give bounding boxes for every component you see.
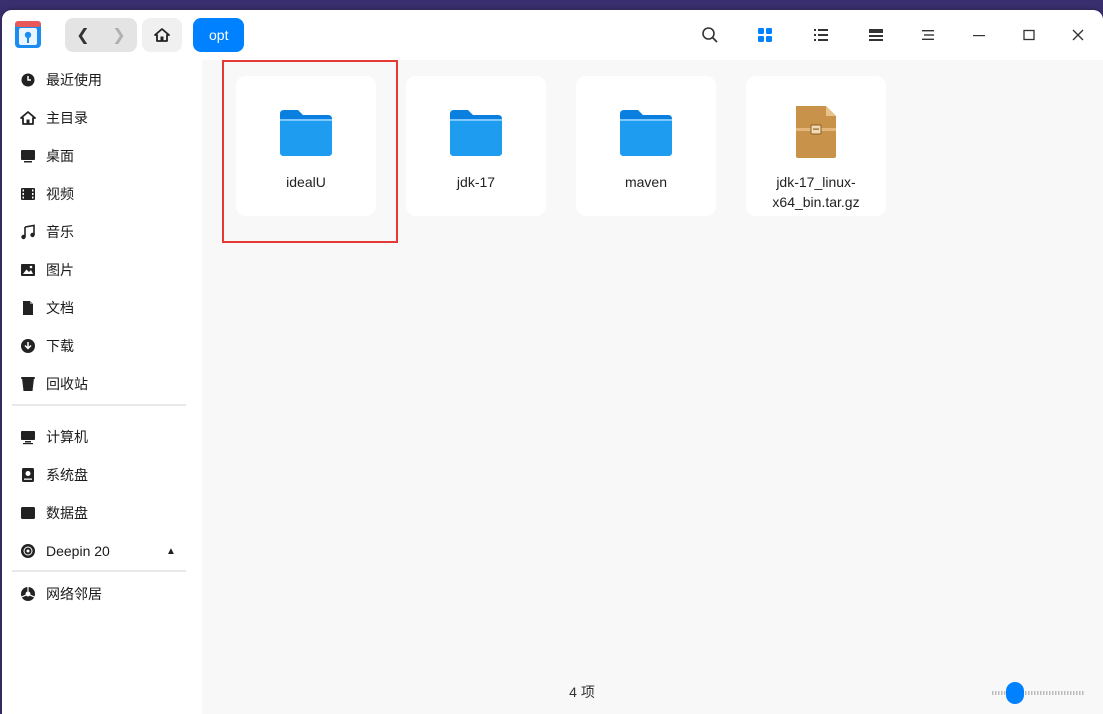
sidebar-item-deepin-20[interactable]: Deepin 20 ▲ xyxy=(2,533,202,569)
file-manager-app-icon xyxy=(15,21,41,48)
sidebar-item-computer[interactable]: 计算机 xyxy=(2,419,202,455)
list-view-icon xyxy=(814,29,828,41)
status-item-count: 4 项 xyxy=(569,684,595,700)
trash-icon xyxy=(21,377,35,391)
file-name: jdk-17 xyxy=(456,174,496,190)
selection-highlight-box xyxy=(222,60,398,243)
icon-view-icon xyxy=(758,28,772,42)
icon-size-slider-handle[interactable] xyxy=(1006,682,1024,704)
sidebar-item-label: 计算机 xyxy=(46,429,88,445)
sidebar-item-label: 回收站 xyxy=(46,376,88,392)
desktop-icon xyxy=(21,150,35,163)
breadcrumb-current[interactable]: opt xyxy=(193,18,245,52)
maximize-icon xyxy=(1023,29,1035,41)
sidebar-divider xyxy=(12,570,186,572)
archive-icon xyxy=(796,106,836,158)
sidebar-item-pictures[interactable]: 图片 xyxy=(2,252,202,288)
sidebar-item-home[interactable]: 主目录 xyxy=(2,100,202,136)
music-icon xyxy=(21,224,35,240)
close-icon xyxy=(1072,29,1084,41)
navigation-buttons: ❮ ❯ xyxy=(65,18,137,52)
sidebar-item-label: 下载 xyxy=(46,338,74,354)
sidebar-item-label: 视频 xyxy=(46,186,74,202)
sidebar-item-desktop[interactable]: 桌面 xyxy=(2,138,202,174)
search-button[interactable] xyxy=(698,23,722,47)
file-name: maven xyxy=(624,174,668,190)
tree-view-button[interactable] xyxy=(864,23,888,47)
titlebar: ❮ ❯ opt xyxy=(2,10,1103,60)
sidebar: 最近使用 主目录 桌面 视频 音乐 图片 文档 下载 回收站 计算机 系统盘 数… xyxy=(2,60,202,714)
sidebar-item-label: 文档 xyxy=(46,300,74,316)
forward-button[interactable]: ❯ xyxy=(101,18,137,52)
document-icon xyxy=(23,301,33,315)
home-icon xyxy=(154,28,170,42)
disk-icon xyxy=(22,468,34,482)
main-menu-button[interactable] xyxy=(916,23,940,47)
minimize-button[interactable] xyxy=(967,23,991,47)
picture-icon xyxy=(21,264,35,276)
sidebar-item-label: 数据盘 xyxy=(46,505,88,521)
file-manager-window: ❮ ❯ opt 最近使用 主目录 桌面 视频 音乐 图片 文档 下载 回收站 计… xyxy=(2,10,1103,714)
search-icon xyxy=(702,27,718,43)
minimize-icon xyxy=(973,35,985,37)
file-item-jdk-archive[interactable]: jdk-17_linux-x64_bin.tar.gz xyxy=(746,76,886,216)
forward-icon: ❯ xyxy=(112,27,126,44)
sidebar-item-system-disk[interactable]: 系统盘 xyxy=(2,457,202,493)
home-button[interactable] xyxy=(142,18,182,52)
sidebar-item-recent[interactable]: 最近使用 xyxy=(2,62,202,98)
home-icon xyxy=(20,111,36,125)
sidebar-item-label: 图片 xyxy=(46,262,74,278)
back-icon: ❮ xyxy=(76,27,90,44)
back-button[interactable]: ❮ xyxy=(65,18,101,52)
sidebar-item-documents[interactable]: 文档 xyxy=(2,290,202,326)
sidebar-item-trash[interactable]: 回收站 xyxy=(2,366,202,402)
sidebar-item-network[interactable]: 网络邻居 xyxy=(2,576,202,612)
list-view-button[interactable] xyxy=(809,23,833,47)
sidebar-item-videos[interactable]: 视频 xyxy=(2,176,202,212)
sidebar-item-label: 最近使用 xyxy=(46,72,102,88)
optical-disc-icon xyxy=(21,544,35,558)
folder-icon xyxy=(450,110,502,156)
sidebar-item-label: 桌面 xyxy=(46,148,74,164)
eject-icon[interactable]: ▲ xyxy=(166,546,176,557)
file-name: jdk-17_linux-x64_bin.tar.gz xyxy=(772,174,860,210)
sidebar-item-label: Deepin 20 xyxy=(46,543,110,559)
icon-view-button[interactable] xyxy=(753,23,777,47)
sidebar-divider xyxy=(12,404,186,406)
download-icon xyxy=(21,339,35,353)
sidebar-item-label: 网络邻居 xyxy=(46,586,102,602)
clock-icon xyxy=(21,73,35,87)
network-icon xyxy=(21,587,35,601)
folder-icon xyxy=(620,110,672,156)
file-item-jdk-17[interactable]: jdk-17 xyxy=(406,76,546,216)
sidebar-item-downloads[interactable]: 下载 xyxy=(2,328,202,364)
sidebar-item-label: 主目录 xyxy=(46,110,88,126)
sidebar-item-data-disk[interactable]: 数据盘 xyxy=(2,495,202,531)
sidebar-item-label: 系统盘 xyxy=(46,467,88,483)
tree-view-icon xyxy=(869,29,883,41)
computer-icon xyxy=(21,431,35,445)
menu-icon xyxy=(922,30,934,40)
file-item-maven[interactable]: maven xyxy=(576,76,716,216)
sidebar-item-label: 音乐 xyxy=(46,224,74,240)
maximize-button[interactable] xyxy=(1017,23,1041,47)
sidebar-item-music[interactable]: 音乐 xyxy=(2,214,202,250)
video-icon xyxy=(21,188,35,200)
disk-icon xyxy=(21,507,35,519)
close-button[interactable] xyxy=(1066,23,1090,47)
